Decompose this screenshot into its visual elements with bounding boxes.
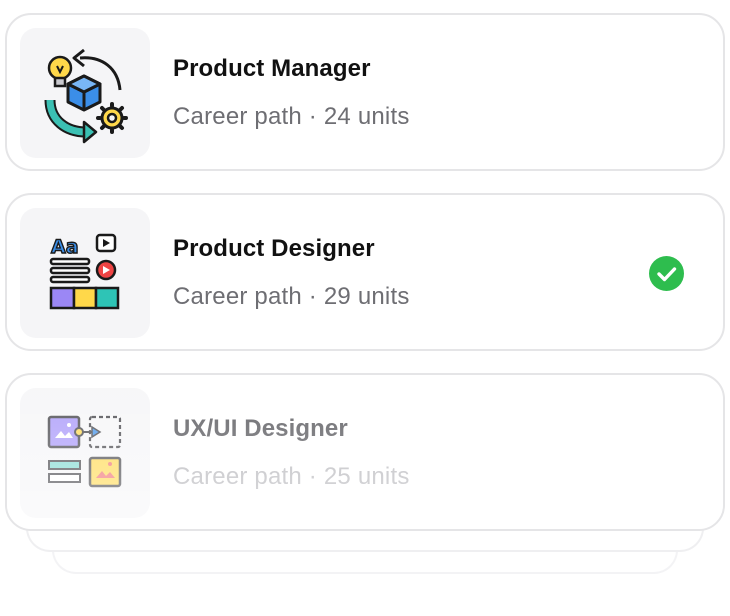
card-title: Product Manager — [173, 55, 371, 82]
ux-ui-designer-icon — [47, 415, 122, 488]
card-title: Product Designer — [173, 235, 375, 262]
svg-text:Aa: Aa — [51, 236, 79, 258]
ux-ui-designer-thumbnail — [20, 388, 150, 518]
product-manager-icon — [44, 48, 128, 144]
card-subtitle: Career path · 24 units — [173, 103, 410, 130]
card-subtitle: Career path · 25 units — [173, 463, 410, 490]
career-path-card-ux-ui-designer[interactable]: UX/UI Designer Career path · 25 units — [5, 373, 725, 531]
product-manager-thumbnail — [20, 28, 150, 158]
career-path-card-product-designer[interactable]: Aa Product Designer Career path · 29 uni… — [5, 193, 725, 351]
product-designer-icon: Aa — [49, 233, 120, 310]
completed-check-icon — [649, 256, 684, 291]
career-path-card-product-manager[interactable]: Product Manager Career path · 24 units — [5, 13, 725, 171]
card-subtitle: Career path · 29 units — [173, 283, 410, 310]
product-designer-thumbnail: Aa — [20, 208, 150, 338]
card-title: UX/UI Designer — [173, 415, 348, 442]
